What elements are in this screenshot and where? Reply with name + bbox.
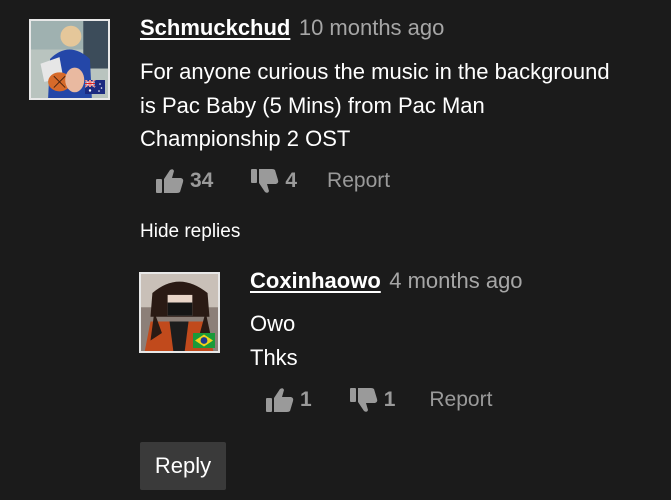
reply-actions: 1 1 Report: [266, 385, 492, 415]
dislike-button[interactable]: 4: [251, 168, 297, 194]
comment-line: Owo: [250, 311, 296, 336]
dislike-button[interactable]: 1: [349, 387, 396, 413]
username-link[interactable]: Coxinhaowo: [250, 268, 381, 293]
thumbs-down-icon: [349, 387, 378, 413]
like-count: 1: [300, 388, 312, 411]
report-button[interactable]: Report: [429, 388, 492, 412]
avatar[interactable]: [29, 19, 110, 100]
comment-header: Schmuckchud 10 months ago: [140, 14, 444, 45]
comment-line: Championship 2 OST: [140, 126, 351, 151]
comment-timestamp: 10 months ago: [298, 15, 445, 40]
comment-body: For anyone curious the music in the back…: [140, 55, 660, 156]
brazil-flag-icon: [193, 333, 215, 348]
like-count: 34: [190, 169, 214, 192]
comment-actions: 34 4 Report: [156, 166, 390, 196]
reply-timestamp: 4 months ago: [389, 268, 523, 293]
comment-line: is Pac Baby (5 Mins) from Pac Man: [140, 92, 485, 118]
avatar[interactable]: [139, 272, 220, 353]
dislike-count: 4: [285, 169, 298, 192]
hide-replies-link[interactable]: Hide replies: [140, 220, 240, 244]
reply-button[interactable]: Reply: [140, 442, 226, 490]
thumbs-up-icon: [156, 168, 184, 194]
like-button[interactable]: 34: [156, 168, 213, 194]
dislike-count: 1: [383, 388, 396, 411]
report-button[interactable]: Report: [327, 169, 390, 193]
thumbs-down-icon: [251, 168, 279, 194]
comment-line: For anyone curious the music in the back…: [140, 59, 610, 84]
reply-header: Coxinhaowo 4 months ago: [250, 267, 523, 298]
username-link[interactable]: Schmuckchud: [140, 15, 290, 40]
reply-body: Owo Thks: [250, 307, 650, 374]
thumbs-up-icon: [266, 387, 294, 413]
comment-line: Thks: [250, 344, 298, 370]
like-button[interactable]: 1: [266, 387, 312, 413]
australia-flag-icon: [85, 80, 105, 94]
